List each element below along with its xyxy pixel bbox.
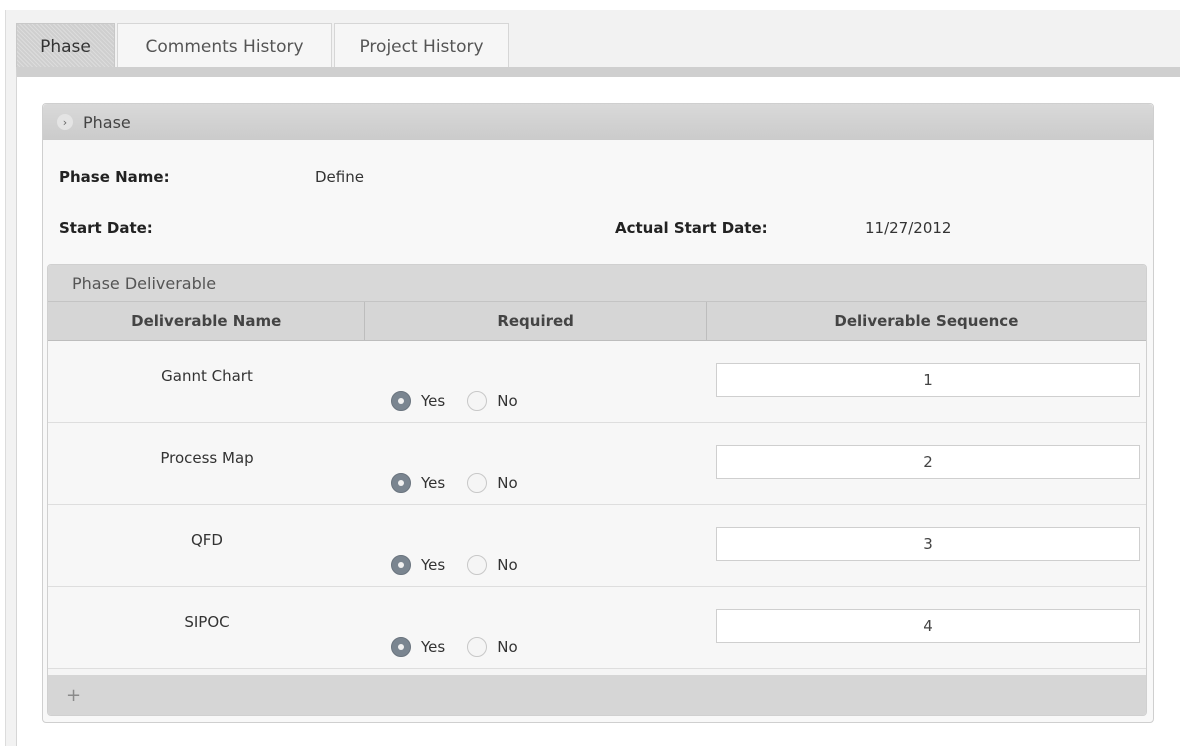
- yes-label: Yes: [421, 638, 446, 656]
- required-yes-radio[interactable]: [391, 555, 411, 575]
- required-radio-group: Yes No: [391, 473, 540, 493]
- sequence-input[interactable]: [716, 445, 1140, 479]
- no-label: No: [497, 556, 518, 574]
- start-date-label: Start Date:: [59, 219, 153, 237]
- grid-footer: +: [48, 675, 1146, 715]
- column-header-deliverable-name[interactable]: Deliverable Name: [48, 302, 366, 340]
- required-yes-radio[interactable]: [391, 473, 411, 493]
- yes-label: Yes: [421, 474, 446, 492]
- required-yes-radio[interactable]: [391, 637, 411, 657]
- deliverable-name: Gannt Chart: [161, 367, 253, 385]
- no-label: No: [497, 392, 518, 410]
- table-row: SIPOC Yes No: [48, 587, 1146, 669]
- deliverable-name: QFD: [191, 531, 223, 549]
- deliverable-name: SIPOC: [184, 613, 230, 631]
- required-no-radio[interactable]: [467, 391, 488, 411]
- phase-panel-header[interactable]: › Phase: [43, 104, 1153, 140]
- yes-label: Yes: [421, 392, 446, 410]
- phase-deliverable-grid: Phase Deliverable Deliverable Name Requi…: [47, 264, 1147, 716]
- deliverable-name: Process Map: [160, 449, 254, 467]
- required-radio-group: Yes No: [391, 555, 540, 575]
- no-label: No: [497, 474, 518, 492]
- actual-start-date-label: Actual Start Date:: [615, 219, 768, 237]
- column-header-required[interactable]: Required: [365, 302, 707, 340]
- grid-header: Deliverable Name Required Deliverable Se…: [48, 301, 1146, 341]
- table-row: Process Map Yes No: [48, 423, 1146, 505]
- table-row: Gannt Chart Yes No: [48, 341, 1146, 423]
- chevron-right-icon[interactable]: ›: [57, 114, 73, 130]
- tab-phase[interactable]: Phase: [16, 23, 115, 69]
- sequence-input[interactable]: [716, 527, 1140, 561]
- grid-title: Phase Deliverable: [48, 265, 1146, 301]
- sequence-input[interactable]: [716, 363, 1140, 397]
- tab-project-history[interactable]: Project History: [334, 23, 509, 69]
- phase-name-label: Phase Name:: [59, 168, 170, 186]
- add-row-icon[interactable]: +: [66, 685, 81, 706]
- column-header-deliverable-sequence[interactable]: Deliverable Sequence: [707, 302, 1146, 340]
- no-label: No: [497, 638, 518, 656]
- table-row: QFD Yes No: [48, 505, 1146, 587]
- required-radio-group: Yes No: [391, 637, 540, 657]
- yes-label: Yes: [421, 556, 446, 574]
- tab-bar: Phase Comments History Project History: [16, 23, 509, 69]
- sequence-input[interactable]: [716, 609, 1140, 643]
- actual-start-date-value: 11/27/2012: [865, 219, 952, 237]
- required-radio-group: Yes No: [391, 391, 540, 411]
- required-no-radio[interactable]: [467, 473, 488, 493]
- required-no-radio[interactable]: [467, 555, 488, 575]
- phase-panel: › Phase Phase Name: Define Start Date: A…: [42, 103, 1154, 723]
- tab-comments-history[interactable]: Comments History: [117, 23, 332, 69]
- required-yes-radio[interactable]: [391, 391, 411, 411]
- phase-name-value: Define: [315, 168, 364, 186]
- required-no-radio[interactable]: [467, 637, 488, 657]
- phase-panel-title: Phase: [83, 112, 131, 132]
